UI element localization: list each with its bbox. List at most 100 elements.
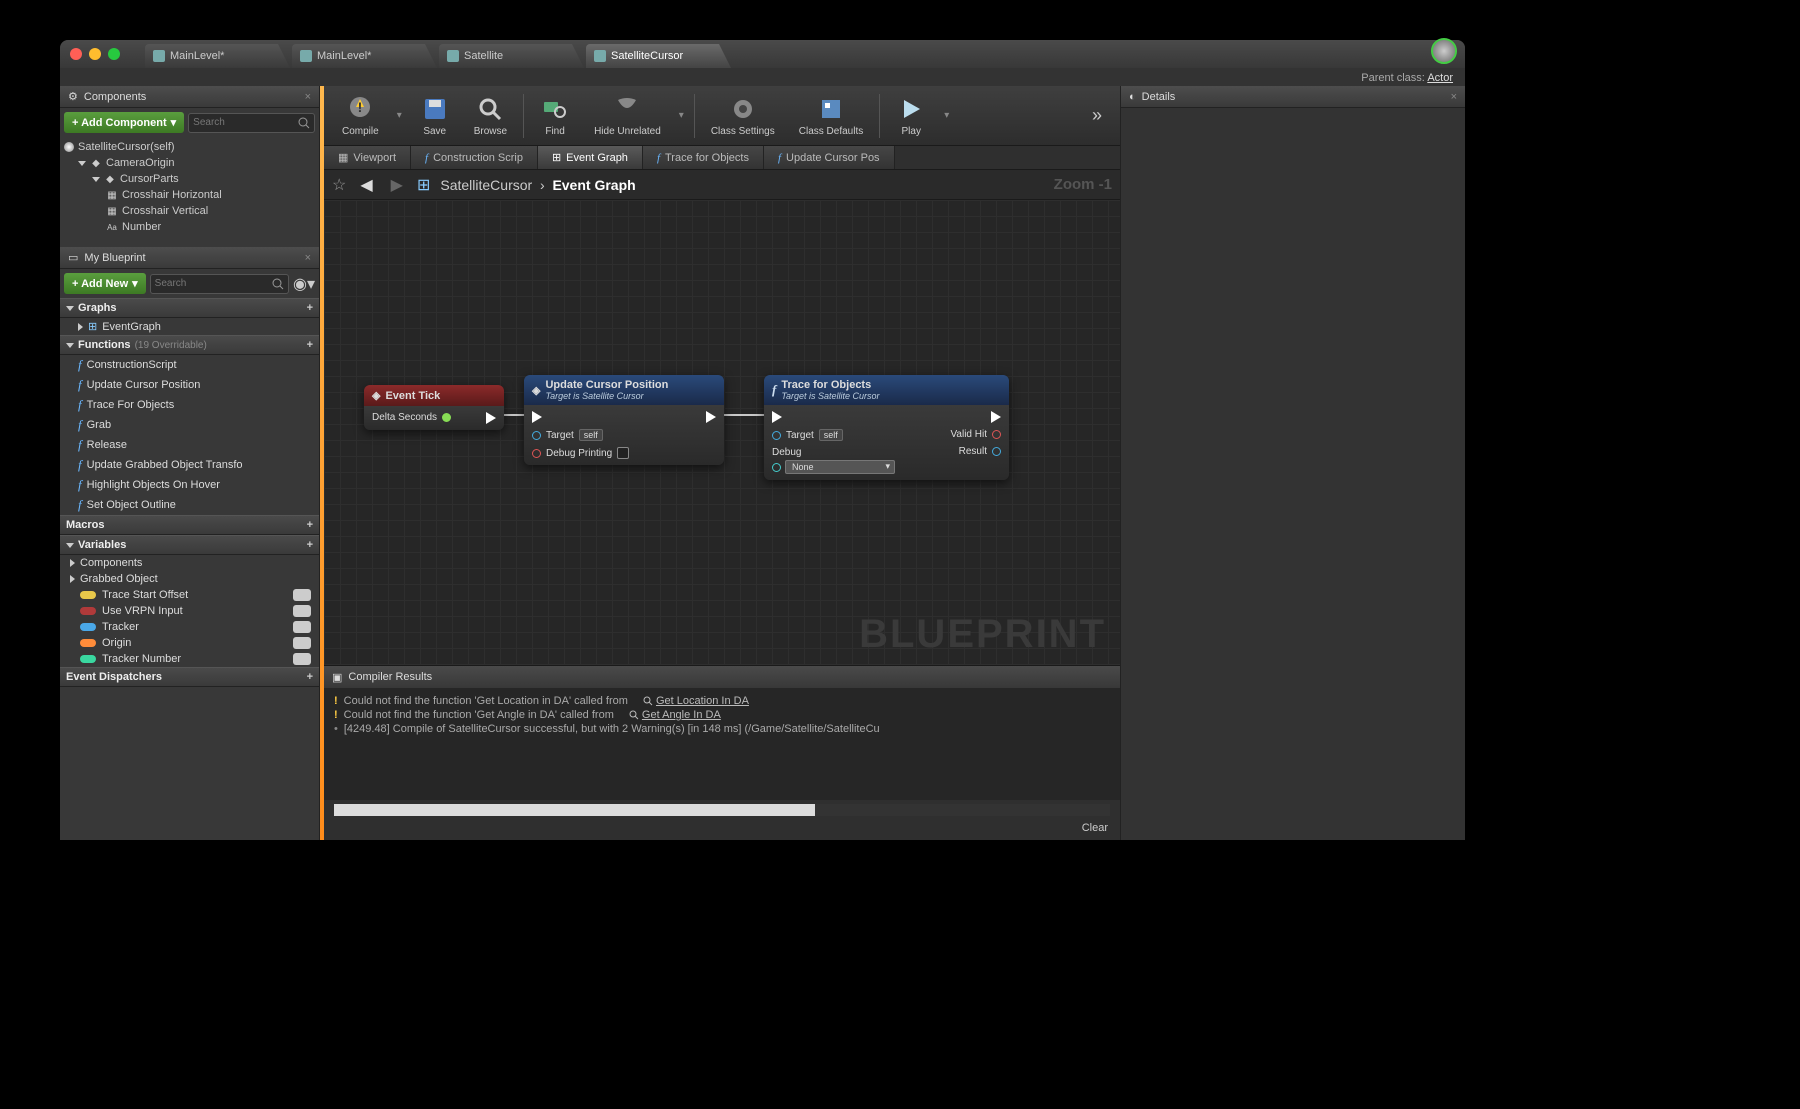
close-icon[interactable]: × [1451, 91, 1457, 103]
component-cameraorigin[interactable]: ◆CameraOrigin [60, 155, 319, 171]
scrollbar-thumb[interactable] [334, 804, 815, 816]
component-root[interactable]: SatelliteCursor(self) [60, 139, 319, 155]
var-group-grabbed[interactable]: Grabbed Object [60, 571, 319, 587]
var-tracker[interactable]: Tracker [60, 619, 319, 635]
log-link[interactable]: Get Location In DA [643, 695, 749, 707]
section-macros[interactable]: Macros+ [60, 515, 319, 535]
pin-bool-icon[interactable] [992, 430, 1001, 439]
visibility-toggle[interactable] [293, 637, 311, 649]
compile-dropdown[interactable]: ▾ [393, 110, 406, 121]
tab-construction-script[interactable]: fConstruction Scrip [411, 146, 538, 169]
myblueprint-search-input[interactable]: Search [150, 274, 289, 294]
hide-dropdown[interactable]: ▾ [675, 110, 688, 121]
var-group-components[interactable]: Components [60, 555, 319, 571]
exec-out-pin[interactable] [991, 411, 1001, 423]
class-settings-button[interactable]: Class Settings [701, 86, 785, 145]
node-trace-for-objects[interactable]: fTrace for ObjectsTarget is Satellite Cu… [764, 375, 1009, 480]
add-component-button[interactable]: + Add Component▾ [64, 112, 184, 133]
exec-out-pin[interactable] [486, 412, 496, 424]
hide-unrelated-button[interactable]: Hide Unrelated [584, 86, 671, 145]
compiler-scrollbar[interactable] [334, 804, 1110, 816]
breadcrumb[interactable]: SatelliteCursor › Event Graph [440, 177, 635, 193]
var-trace-start-offset[interactable]: Trace Start Offset [60, 587, 319, 603]
pin-object-icon[interactable] [532, 431, 541, 440]
pin-bool-icon[interactable] [532, 449, 541, 458]
clear-button[interactable]: Clear [1082, 822, 1108, 834]
expand-icon[interactable] [92, 177, 100, 182]
exec-in-pin[interactable] [772, 411, 782, 423]
add-new-button[interactable]: + Add New▾ [64, 273, 146, 294]
play-dropdown[interactable]: ▾ [940, 110, 953, 121]
visibility-toggle[interactable] [293, 605, 311, 617]
toolbar-overflow[interactable]: » [1082, 105, 1112, 126]
section-functions[interactable]: Functions(19 Overridable)+ [60, 335, 319, 355]
nav-forward-button[interactable]: ▶ [387, 175, 407, 195]
fn-release[interactable]: fRelease [60, 435, 319, 455]
checkbox[interactable] [617, 447, 629, 459]
pin-struct-icon[interactable] [992, 447, 1001, 456]
find-button[interactable]: Find [530, 86, 580, 145]
tab-mainlevel-2[interactable]: MainLevel* [292, 44, 437, 68]
tab-update-cursor-pos[interactable]: fUpdate Cursor Pos [764, 146, 895, 169]
parent-class-link[interactable]: Actor [1427, 72, 1453, 84]
details-panel-header[interactable]: ◐ Details × [1121, 86, 1465, 108]
add-variable-button[interactable]: + [307, 539, 313, 551]
tab-viewport[interactable]: ▦Viewport [324, 146, 411, 169]
tab-satellitecursor[interactable]: SatelliteCursor [586, 44, 731, 68]
class-defaults-button[interactable]: Class Defaults [789, 86, 873, 145]
var-use-vrpn-input[interactable]: Use VRPN Input [60, 603, 319, 619]
fn-update-cursor-position[interactable]: fUpdate Cursor Position [60, 375, 319, 395]
component-cursorparts[interactable]: ◆CursorParts [60, 171, 319, 187]
pin-enum-icon[interactable] [772, 463, 781, 472]
component-crosshair-v[interactable]: ▦Crosshair Vertical [60, 203, 319, 219]
myblueprint-panel-header[interactable]: ▭ My Blueprint × [60, 247, 319, 269]
graph-canvas[interactable]: ◈Event Tick Delta Seconds ◈Update Cursor… [324, 200, 1120, 665]
fn-set-object-outline[interactable]: fSet Object Outline [60, 495, 319, 515]
tab-trace-for-objects[interactable]: fTrace for Objects [643, 146, 764, 169]
fn-grab[interactable]: fGrab [60, 415, 319, 435]
node-event-tick[interactable]: ◈Event Tick Delta Seconds [364, 385, 504, 430]
visibility-toggle[interactable] [293, 589, 311, 601]
nav-back-button[interactable]: ◀ [356, 175, 376, 195]
minimize-window-icon[interactable] [89, 48, 101, 60]
close-window-icon[interactable] [70, 48, 82, 60]
var-origin[interactable]: Origin [60, 635, 319, 651]
add-dispatcher-button[interactable]: + [307, 671, 313, 683]
pin-float-icon[interactable] [442, 413, 451, 422]
add-macro-button[interactable]: + [307, 519, 313, 531]
fn-update-grabbed-transform[interactable]: fUpdate Grabbed Object Transfo [60, 455, 319, 475]
section-dispatchers[interactable]: Event Dispatchers+ [60, 667, 319, 687]
tab-event-graph[interactable]: ⊞Event Graph [538, 146, 643, 169]
compiler-log[interactable]: !Could not find the function 'Get Locati… [324, 688, 1120, 800]
var-tracker-number[interactable]: Tracker Number [60, 651, 319, 667]
fn-highlight-on-hover[interactable]: fHighlight Objects On Hover [60, 475, 319, 495]
expand-icon[interactable] [78, 161, 86, 166]
browse-button[interactable]: Browse [464, 86, 517, 145]
eye-icon[interactable]: ◉▾ [293, 274, 315, 294]
fn-trace-for-objects[interactable]: fTrace For Objects [60, 395, 319, 415]
compile-status-icon[interactable] [1431, 38, 1457, 64]
component-number[interactable]: AaNumber [60, 219, 319, 235]
add-function-button[interactable]: + [307, 339, 313, 351]
close-icon[interactable]: × [305, 252, 311, 264]
tab-satellite[interactable]: Satellite [439, 44, 584, 68]
exec-out-pin[interactable] [706, 411, 716, 423]
favorite-icon[interactable]: ☆ [332, 175, 346, 195]
components-panel-header[interactable]: ⚙ Components × [60, 86, 319, 108]
debug-combo[interactable]: None [785, 460, 895, 474]
section-graphs[interactable]: Graphs+ [60, 298, 319, 318]
add-graph-button[interactable]: + [307, 302, 313, 314]
graph-eventgraph[interactable]: ⊞EventGraph [60, 318, 319, 335]
visibility-toggle[interactable] [293, 653, 311, 665]
component-crosshair-h[interactable]: ▦Crosshair Horizontal [60, 187, 319, 203]
log-link[interactable]: Get Angle In DA [629, 709, 721, 721]
compiler-results-header[interactable]: ▣Compiler Results [324, 666, 1120, 688]
visibility-toggle[interactable] [293, 621, 311, 633]
tab-mainlevel-1[interactable]: MainLevel* [145, 44, 290, 68]
close-icon[interactable]: × [305, 91, 311, 103]
section-variables[interactable]: Variables+ [60, 535, 319, 555]
compile-button[interactable]: !Compile [332, 86, 389, 145]
exec-in-pin[interactable] [532, 411, 542, 423]
components-search-input[interactable]: Search [188, 113, 315, 133]
maximize-window-icon[interactable] [108, 48, 120, 60]
